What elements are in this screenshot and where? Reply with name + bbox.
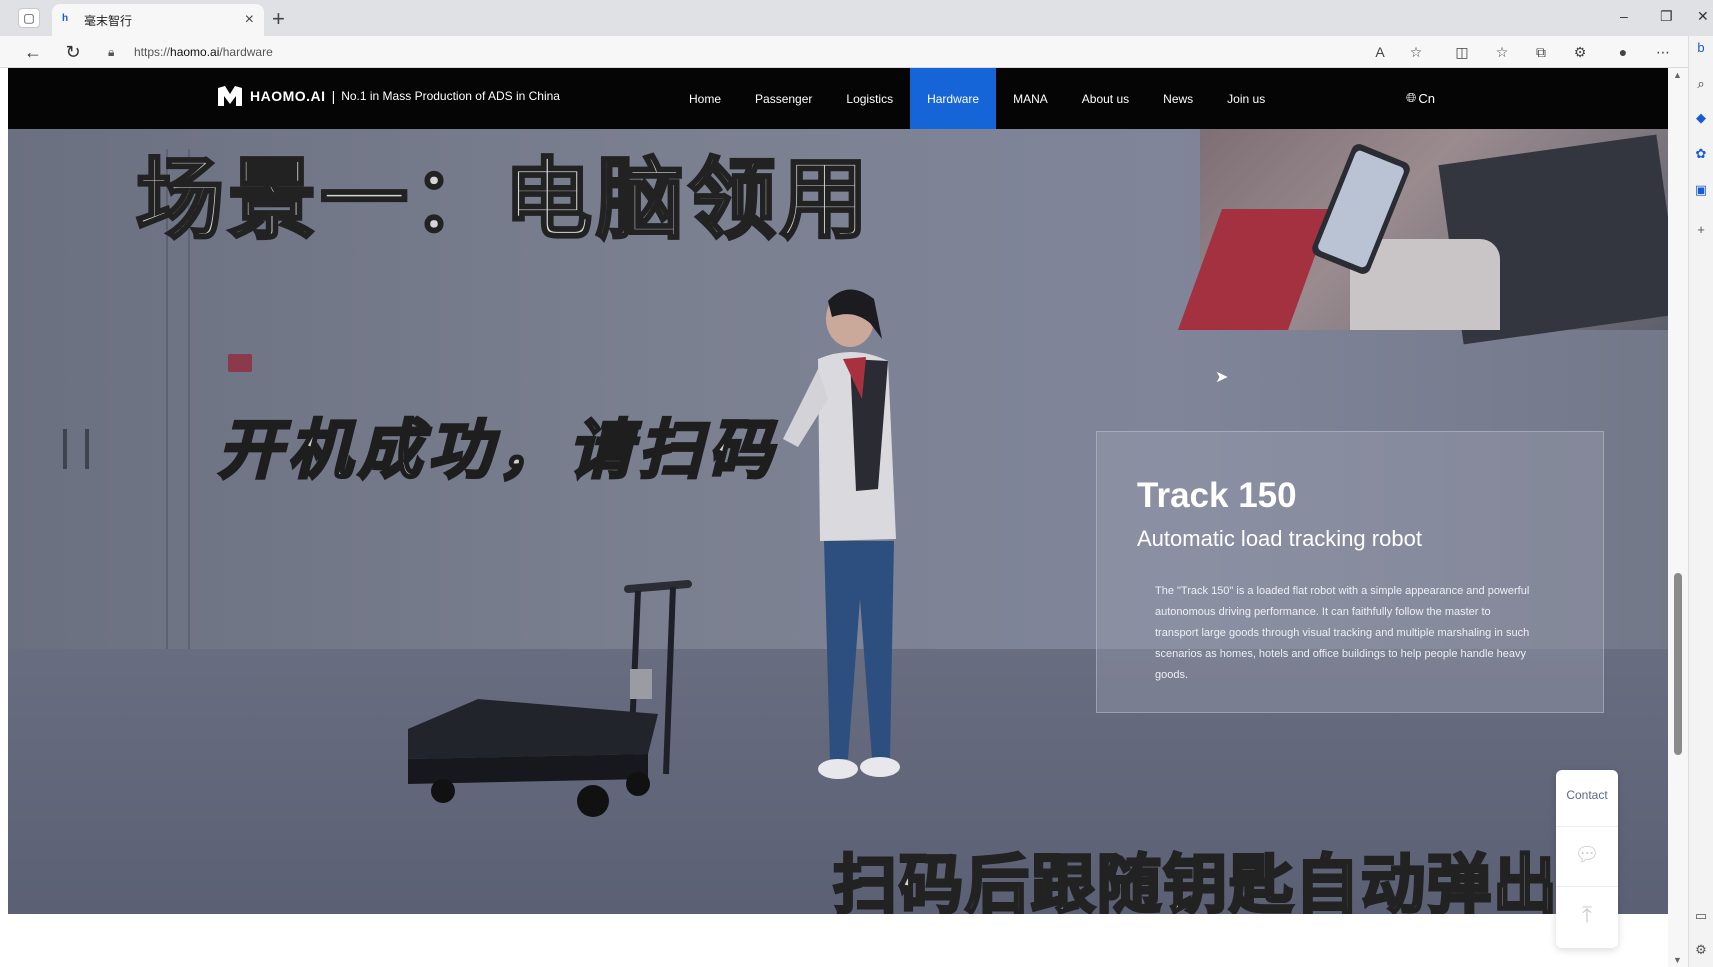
url-host: haomo.ai — [170, 45, 220, 59]
page-viewport: HAOMO.AI | No.1 in Mass Production of AD… — [8, 68, 1668, 967]
favorites-icon[interactable]: ☆ — [1492, 42, 1512, 62]
door-handle — [63, 429, 89, 469]
product-description: The "Track 150" is a loaded flat robot w… — [1155, 585, 1530, 681]
site-favicon-icon: h — [62, 13, 69, 24]
wall-sign — [228, 354, 252, 372]
globe-icon: 🌐︎ — [1406, 90, 1417, 105]
contact-widget: Contact 💬︎ ⤒ — [1556, 770, 1618, 948]
nav-news[interactable]: News — [1146, 68, 1210, 129]
favorite-star-icon[interactable]: ☆ — [1406, 42, 1426, 62]
back-to-top-icon[interactable]: ⤒ — [1574, 902, 1600, 928]
more-icon[interactable]: ⋯ — [1653, 42, 1673, 62]
mouse-cursor-icon: ➤ — [1215, 369, 1229, 386]
operator-person — [783, 289, 900, 779]
hero-video: 场景一：电脑领用 开机成功，请扫码 扫码后跟随钥匙自动弹出 ➤ Track 15… — [8, 129, 1668, 914]
scroll-down-icon[interactable]: ▼ — [1673, 955, 1682, 965]
language-label: Cn — [1418, 90, 1436, 106]
nav-passenger[interactable]: Passenger — [738, 68, 829, 129]
caption-scan-prompt: 开机成功，请扫码 — [217, 412, 778, 490]
brand-separator: | — [331, 88, 336, 104]
sidebar-layout-icon[interactable]: ▭ — [1691, 908, 1711, 928]
extensions-icon[interactable]: ⚙ — [1570, 42, 1590, 62]
bing-icon[interactable]: b — [1691, 40, 1711, 60]
site-header: HAOMO.AI | No.1 in Mass Production of AD… — [8, 68, 1668, 129]
split-screen-icon[interactable]: ◫ — [1452, 42, 1472, 62]
tab-title: 毫末智行 — [84, 13, 133, 28]
scroll-up-icon[interactable]: ▲ — [1673, 70, 1682, 80]
nav-home[interactable]: Home — [672, 68, 738, 129]
collections-icon[interactable]: ⧉ — [1531, 42, 1551, 62]
site-logo[interactable]: HAOMO.AI | No.1 in Mass Production of AD… — [216, 84, 560, 108]
url-prefix: https:// — [134, 45, 171, 59]
browser-tab[interactable]: h 毫末智行 × — [52, 4, 264, 36]
tab-actions-icon[interactable]: ▢ — [18, 8, 40, 28]
edge-sidebar: b ⌕ ◆ ✿ ▣ + ▭ ⚙ — [1688, 36, 1713, 967]
profile-icon[interactable]: ● — [1613, 42, 1633, 62]
page-scrollbar[interactable]: ▲ ▼ — [1668, 68, 1688, 967]
new-tab-icon[interactable]: + — [272, 6, 285, 32]
tools-icon[interactable]: ✿ — [1691, 146, 1711, 166]
browser-tab-bar: ▢ h 毫末智行 × + – ❐ ✕ — [0, 0, 1713, 36]
settings-gear-icon[interactable]: ⚙ — [1691, 942, 1711, 962]
nav-logistics[interactable]: Logistics — [829, 68, 910, 129]
add-sidebar-icon[interactable]: + — [1691, 222, 1711, 242]
main-nav: Home Passenger Logistics Hardware MANA A… — [672, 68, 1282, 129]
video-inset-scan — [1177, 129, 1668, 345]
restore-icon[interactable]: ❐ — [1660, 8, 1673, 25]
nav-mana[interactable]: MANA — [996, 68, 1065, 129]
inset-red-chair — [1177, 209, 1333, 330]
url-path: /hardware — [219, 45, 273, 59]
close-tab-icon[interactable]: × — [245, 11, 254, 29]
product-subtitle: Automatic load tracking robot — [1137, 526, 1422, 551]
close-window-icon[interactable]: ✕ — [1697, 8, 1709, 25]
product-info-card: Track 150 Automatic load tracking robot … — [1096, 431, 1604, 713]
nav-join-us[interactable]: Join us — [1210, 68, 1282, 129]
language-switch[interactable]: 🌐︎ Cn — [1406, 90, 1435, 106]
outlook-icon[interactable]: ▣ — [1691, 182, 1711, 202]
search-icon[interactable]: ⌕ — [1691, 76, 1711, 96]
refresh-icon[interactable]: ↻ — [62, 41, 84, 63]
read-aloud-icon[interactable]: A — [1370, 42, 1390, 62]
haomo-logo-icon — [218, 86, 242, 106]
address-bar[interactable]: 🔒︎ https://haomo.ai/hardware — [108, 40, 1308, 64]
flatbed-robot-cart — [408, 580, 692, 817]
product-title: Track 150 — [1137, 476, 1297, 515]
contact-button[interactable]: Contact — [1556, 788, 1618, 802]
brand-tagline: No.1 in Mass Production of ADS in China — [341, 89, 560, 103]
nav-hardware[interactable]: Hardware — [910, 68, 997, 129]
back-icon[interactable]: ← — [22, 41, 44, 63]
brand-name: HAOMO.AI — [250, 88, 326, 104]
caption-scene-title: 场景一：电脑领用 — [134, 147, 873, 253]
nav-about-us[interactable]: About us — [1065, 68, 1146, 129]
minimize-icon[interactable]: – — [1620, 8, 1628, 24]
address-toolbar: ← ↻ 🔒︎ https://haomo.ai/hardware A ☆ ◫ ☆… — [0, 36, 1713, 68]
scrollbar-thumb[interactable] — [1674, 573, 1682, 755]
wechat-icon[interactable]: 💬︎ — [1574, 842, 1600, 866]
caption-follow-key: 扫码后跟随钥匙自动弹出 — [832, 848, 1559, 915]
shopping-icon[interactable]: ◆ — [1691, 110, 1711, 130]
lock-icon: 🔒︎ — [108, 44, 115, 59]
